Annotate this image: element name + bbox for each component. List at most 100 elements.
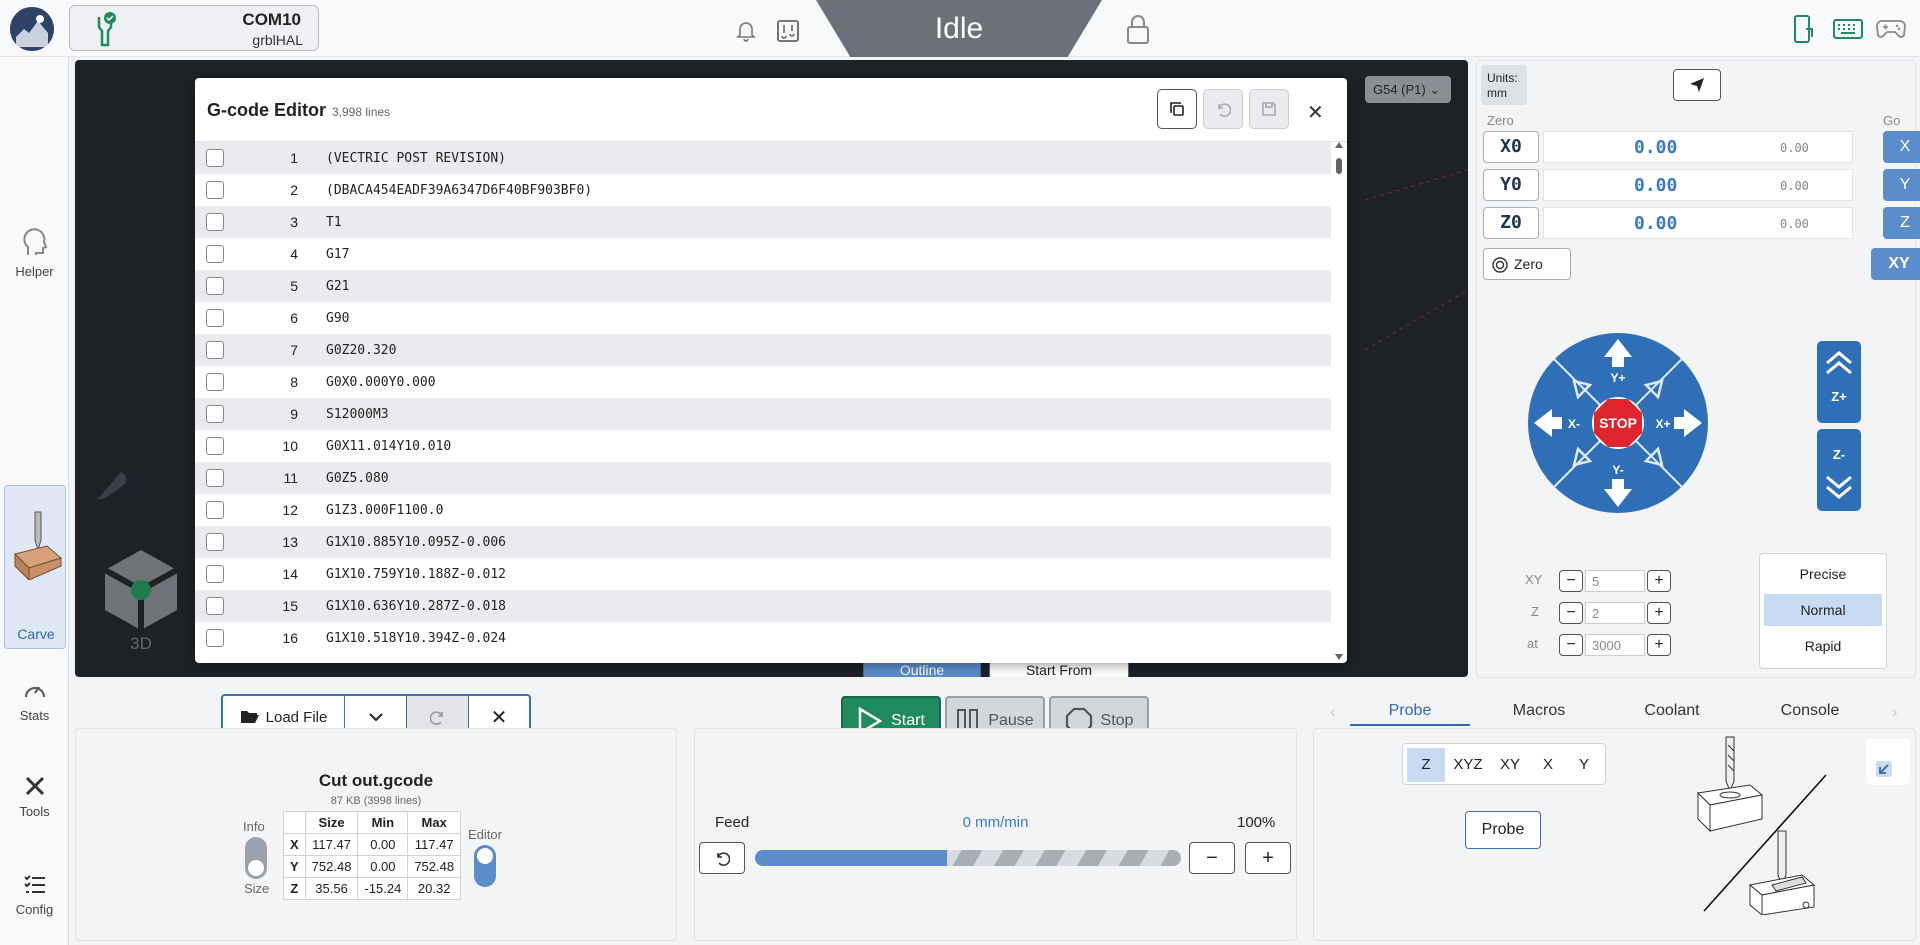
tabs-scroll-left[interactable]: ‹: [1330, 704, 1335, 722]
line-checkbox[interactable]: [206, 373, 224, 391]
line-checkbox[interactable]: [206, 309, 224, 327]
z-step-decrement[interactable]: −: [1559, 602, 1583, 624]
keyboard-icon[interactable]: [1833, 18, 1863, 45]
send-button[interactable]: [1673, 69, 1721, 101]
scrollbar[interactable]: [1335, 142, 1343, 660]
gcode-line[interactable]: 8 G0X0.000Y0.000: [195, 366, 1331, 398]
lock-icon[interactable]: [1126, 14, 1150, 49]
line-code[interactable]: G90: [326, 311, 349, 326]
wcs-select[interactable]: G54 (P1) ⌄: [1365, 76, 1451, 103]
go-y-button[interactable]: Y: [1883, 169, 1920, 201]
line-code[interactable]: G0Z20.320: [326, 343, 396, 358]
gcode-line[interactable]: 1 (VECTRIC POST REVISION): [195, 142, 1331, 174]
line-code[interactable]: G17: [326, 247, 349, 262]
mode-normal[interactable]: Normal: [1764, 594, 1882, 626]
probe-corner-selector[interactable]: [1866, 739, 1910, 785]
gcode-line[interactable]: 10 G0X11.014Y10.010: [195, 430, 1331, 462]
gamepad-icon[interactable]: [1876, 18, 1906, 45]
probe-button[interactable]: Probe: [1465, 811, 1541, 849]
probe-axis-xy[interactable]: XY: [1491, 748, 1529, 782]
tab-console[interactable]: Console: [1750, 702, 1870, 720]
xy-step-increment[interactable]: +: [1647, 570, 1671, 592]
line-checkbox[interactable]: [206, 213, 224, 231]
line-checkbox[interactable]: [206, 245, 224, 263]
tab-probe[interactable]: Probe: [1350, 702, 1470, 726]
z-minus-button[interactable]: Z-: [1817, 429, 1861, 511]
line-checkbox[interactable]: [206, 149, 224, 167]
units-toggle[interactable]: Units: mm: [1481, 65, 1527, 105]
revert-button[interactable]: [1203, 89, 1243, 129]
line-code[interactable]: (DBACA454EADF39A6347D6F40BF903BF0): [326, 183, 592, 198]
close-icon[interactable]: ✕: [1307, 100, 1324, 125]
mode-precise[interactable]: Precise: [1764, 558, 1882, 590]
go-z-button[interactable]: Z: [1883, 207, 1920, 239]
stop-jog-button[interactable]: STOP: [1599, 415, 1637, 431]
line-checkbox[interactable]: [206, 405, 224, 423]
line-code[interactable]: G1X10.518Y10.394Z-0.024: [326, 631, 506, 646]
feed-increment[interactable]: +: [1647, 634, 1671, 656]
line-code[interactable]: G0X11.014Y10.010: [326, 439, 451, 454]
gcode-line[interactable]: 5 G21: [195, 270, 1331, 302]
mode-rapid[interactable]: Rapid: [1764, 630, 1882, 662]
probe-axis-xyz[interactable]: XYZ: [1447, 748, 1489, 782]
xy-step-decrement[interactable]: −: [1559, 570, 1583, 592]
line-code[interactable]: T1: [326, 215, 342, 230]
line-checkbox[interactable]: [206, 469, 224, 487]
zero-all-button[interactable]: Zero: [1483, 248, 1571, 280]
probe-axis-z[interactable]: Z: [1407, 748, 1445, 782]
line-code[interactable]: (VECTRIC POST REVISION): [326, 151, 506, 166]
tabs-scroll-right[interactable]: ›: [1892, 704, 1897, 722]
line-code[interactable]: G1Z3.000F1100.0: [326, 503, 443, 518]
probe-axis-y[interactable]: Y: [1567, 748, 1601, 782]
line-checkbox[interactable]: [206, 533, 224, 551]
sidebar-item-helper[interactable]: Helper: [0, 227, 69, 279]
line-code[interactable]: G1X10.885Y10.095Z-0.006: [326, 535, 506, 550]
gcode-line[interactable]: 7 G0Z20.320: [195, 334, 1331, 366]
line-checkbox[interactable]: [206, 597, 224, 615]
jog-wheel[interactable]: STOP Y+ Y- X- X+: [1528, 333, 1708, 513]
gcode-line[interactable]: 4 G17: [195, 238, 1331, 270]
sidebar-item-carve[interactable]: Carve: [4, 485, 66, 649]
copy-button[interactable]: [1157, 89, 1197, 129]
feed-decrement[interactable]: −: [1559, 634, 1583, 656]
gcode-line[interactable]: 11 G0Z5.080: [195, 462, 1331, 494]
line-code[interactable]: G21: [326, 279, 349, 294]
connection-button[interactable]: COM10 grblHAL: [69, 5, 319, 51]
line-checkbox[interactable]: [206, 629, 224, 647]
feed-override-slider[interactable]: [755, 850, 1181, 866]
firmware-tool-icon[interactable]: [776, 19, 800, 48]
view-cube[interactable]: 3D: [95, 540, 187, 660]
go-x-button[interactable]: X: [1883, 131, 1920, 163]
zero-z-button[interactable]: Z0: [1483, 207, 1539, 239]
gcode-line[interactable]: 13 G1X10.885Y10.095Z-0.006: [195, 526, 1331, 558]
sidebar-item-stats[interactable]: Stats: [0, 679, 69, 723]
sidebar-item-tools[interactable]: Tools: [0, 775, 69, 819]
app-logo[interactable]: [10, 7, 54, 51]
line-code[interactable]: G1X10.759Y10.188Z-0.012: [326, 567, 506, 582]
z-step-input[interactable]: 2: [1585, 602, 1645, 624]
gcode-line[interactable]: 15 G1X10.636Y10.287Z-0.018: [195, 590, 1331, 622]
xy-step-input[interactable]: 5: [1585, 570, 1645, 592]
feed-decrease-button[interactable]: −: [1189, 842, 1235, 874]
editor-toggle[interactable]: [474, 845, 496, 887]
line-checkbox[interactable]: [206, 437, 224, 455]
line-checkbox[interactable]: [206, 277, 224, 295]
gcode-line[interactable]: 12 G1Z3.000F1100.0: [195, 494, 1331, 526]
mobile-icon[interactable]: [1792, 15, 1814, 48]
line-code[interactable]: G0Z5.080: [326, 471, 389, 486]
line-checkbox[interactable]: [206, 341, 224, 359]
line-checkbox[interactable]: [206, 565, 224, 583]
gcode-line[interactable]: 6 G90: [195, 302, 1331, 334]
gcode-line[interactable]: 2 (DBACA454EADF39A6347D6F40BF903BF0): [195, 174, 1331, 206]
tab-coolant[interactable]: Coolant: [1612, 702, 1732, 720]
reset-feed-button[interactable]: [699, 842, 745, 874]
gcode-line[interactable]: 3 T1: [195, 206, 1331, 238]
tab-macros[interactable]: Macros: [1479, 702, 1599, 720]
line-checkbox[interactable]: [206, 181, 224, 199]
probe-axis-x[interactable]: X: [1531, 748, 1565, 782]
z-plus-button[interactable]: Z+: [1817, 341, 1861, 423]
gcode-line[interactable]: 16 G1X10.518Y10.394Z-0.024: [195, 622, 1331, 654]
go-xy-button[interactable]: XY: [1871, 248, 1920, 280]
zero-x-button[interactable]: X0: [1483, 131, 1539, 163]
feed-increase-button[interactable]: +: [1245, 842, 1291, 874]
